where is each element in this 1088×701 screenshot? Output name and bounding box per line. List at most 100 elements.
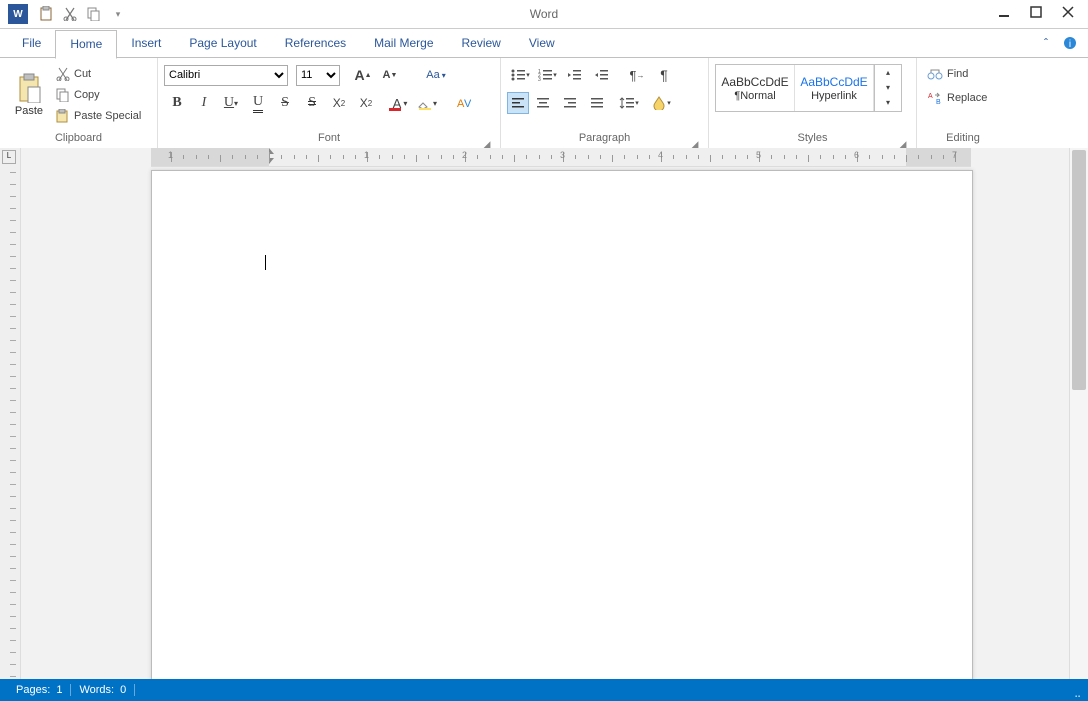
shading-button[interactable]: ▾ — [648, 92, 674, 114]
style-normal-label: ¶Normal — [734, 90, 775, 102]
tab-review[interactable]: Review — [448, 29, 515, 57]
tab-insert[interactable]: Insert — [117, 29, 175, 57]
horizontal-ruler[interactable]: 11234567 — [151, 148, 971, 167]
qat-cut-icon[interactable] — [58, 2, 82, 26]
replace-button[interactable]: AB Replace — [923, 88, 1003, 108]
align-center-button[interactable] — [530, 92, 556, 114]
style-normal[interactable]: AaBbCcDdE ¶Normal — [716, 65, 795, 111]
find-button[interactable]: Find — [923, 64, 1003, 84]
pages-label: Pages: — [16, 684, 50, 696]
paste-special-button[interactable]: Paste Special — [52, 106, 145, 126]
styles-group-label: Styles◢ — [715, 130, 910, 148]
change-case-button[interactable]: Aa▾ — [423, 64, 449, 86]
styles-gallery[interactable]: AaBbCcDdE ¶Normal AaBbCcDdE Hyperlink — [715, 64, 875, 112]
font-color-button[interactable]: A▾ — [387, 92, 413, 114]
highlight-button[interactable]: ▾ — [414, 92, 440, 114]
styles-scroll-down[interactable]: ▾ — [875, 80, 901, 95]
vertical-scrollbar[interactable] — [1069, 148, 1088, 679]
svg-text:A: A — [457, 98, 465, 110]
tab-page-layout[interactable]: Page Layout — [175, 29, 270, 57]
styles-scroll-up[interactable]: ▴ — [875, 65, 901, 80]
collapse-ribbon-icon[interactable]: ˆ — [1034, 31, 1058, 55]
ruler-mark: 7 — [952, 150, 957, 160]
subscript-button[interactable]: X2 — [353, 92, 379, 114]
group-paragraph: ▾ 123▾ ¶→ ¶ ▾ ▾ Paragraph◢ — [501, 58, 709, 148]
cut-button[interactable]: Cut — [52, 64, 145, 84]
styles-expand[interactable]: ▾ — [875, 95, 901, 110]
minimize-button[interactable] — [988, 0, 1020, 24]
pages-value: 1 — [56, 684, 62, 696]
help-icon[interactable]: i — [1058, 31, 1082, 55]
ribbon: Paste Cut Copy Paste Special Clipboard — [0, 58, 1088, 149]
align-left-button[interactable] — [507, 92, 529, 114]
svg-text:2: 2 — [538, 73, 541, 79]
ruler-mark: 1 — [364, 150, 369, 160]
paragraph-launcher-icon[interactable]: ◢ — [690, 136, 700, 146]
paste-button[interactable]: Paste — [6, 62, 52, 128]
window-title: Word — [0, 7, 1088, 21]
status-bar: Pages: 1 Words: 0 ⣀ — [0, 679, 1088, 701]
paste-special-icon — [56, 109, 70, 123]
copy-label: Copy — [74, 89, 100, 101]
increase-indent-button[interactable] — [588, 64, 614, 86]
svg-text:i: i — [1069, 39, 1071, 50]
style-hyperlink-preview: AaBbCcDdE — [800, 75, 867, 89]
bold-button[interactable]: B — [164, 92, 190, 114]
cut-label: Cut — [74, 68, 91, 80]
styles-launcher-icon[interactable]: ◢ — [898, 136, 908, 146]
maximize-button[interactable] — [1020, 0, 1052, 24]
words-value: 0 — [120, 684, 126, 696]
qat-copy-icon[interactable] — [82, 2, 106, 26]
scissors-icon — [56, 67, 70, 81]
font-launcher-icon[interactable]: ◢ — [482, 136, 492, 146]
document-page[interactable] — [151, 170, 973, 679]
double-underline-button[interactable]: U — [245, 92, 271, 114]
editing-group-label: Editing — [923, 130, 1003, 148]
tab-mail-merge[interactable]: Mail Merge — [360, 29, 447, 57]
ltr-button[interactable]: ¶→ — [624, 64, 650, 86]
font-size-combo[interactable]: 11 — [296, 65, 340, 86]
svg-text:B: B — [936, 99, 941, 105]
char-spacing-icon: AV — [455, 95, 471, 111]
bullets-button[interactable]: ▾ — [507, 64, 533, 86]
title-bar: W ▾ Word — [0, 0, 1088, 29]
tab-references[interactable]: References — [271, 29, 360, 57]
character-spacing-button[interactable]: AV — [450, 92, 476, 114]
copy-button[interactable]: Copy — [52, 85, 145, 105]
italic-button[interactable]: I — [191, 92, 217, 114]
tab-view[interactable]: View — [515, 29, 569, 57]
find-label: Find — [947, 68, 968, 80]
group-clipboard: Paste Cut Copy Paste Special Clipboard — [0, 58, 158, 148]
svg-text:V: V — [464, 98, 471, 110]
strikethrough-button[interactable]: S — [272, 92, 298, 114]
shrink-font-button[interactable]: A▼ — [377, 64, 403, 86]
style-hyperlink[interactable]: AaBbCcDdE Hyperlink — [795, 65, 874, 111]
tab-home[interactable]: Home — [55, 30, 117, 59]
clipboard-group-label: Clipboard — [6, 130, 151, 148]
line-spacing-button[interactable]: ▾ — [616, 92, 642, 114]
decrease-indent-button[interactable] — [561, 64, 587, 86]
qat-paste-icon[interactable] — [34, 2, 58, 26]
app-icon: W — [8, 4, 28, 24]
qat-dropdown-icon[interactable]: ▾ — [106, 2, 130, 26]
svg-text:3: 3 — [538, 77, 541, 82]
align-right-button[interactable] — [557, 92, 583, 114]
status-pages[interactable]: Pages: 1 — [8, 684, 71, 696]
vertical-ruler: L — [0, 148, 21, 679]
ruler-mark: 2 — [462, 150, 467, 160]
tab-selector[interactable]: L — [2, 150, 16, 164]
align-justify-button[interactable] — [584, 92, 610, 114]
resize-grip-icon[interactable]: ⣀ — [1074, 687, 1086, 699]
scrollbar-thumb[interactable] — [1072, 150, 1086, 390]
superscript-button[interactable]: X2 — [326, 92, 352, 114]
underline-button[interactable]: U▾ — [218, 92, 244, 114]
paragraph-marks-button[interactable]: ¶ — [651, 64, 677, 86]
close-button[interactable] — [1052, 0, 1084, 24]
status-words[interactable]: Words: 0 — [71, 684, 135, 696]
double-strikethrough-button[interactable]: S — [299, 92, 325, 114]
paste-icon — [16, 73, 42, 103]
grow-font-button[interactable]: A▲ — [350, 64, 376, 86]
tab-file[interactable]: File — [8, 29, 55, 57]
numbering-button[interactable]: 123▾ — [534, 64, 560, 86]
font-name-combo[interactable]: Calibri — [164, 65, 288, 86]
